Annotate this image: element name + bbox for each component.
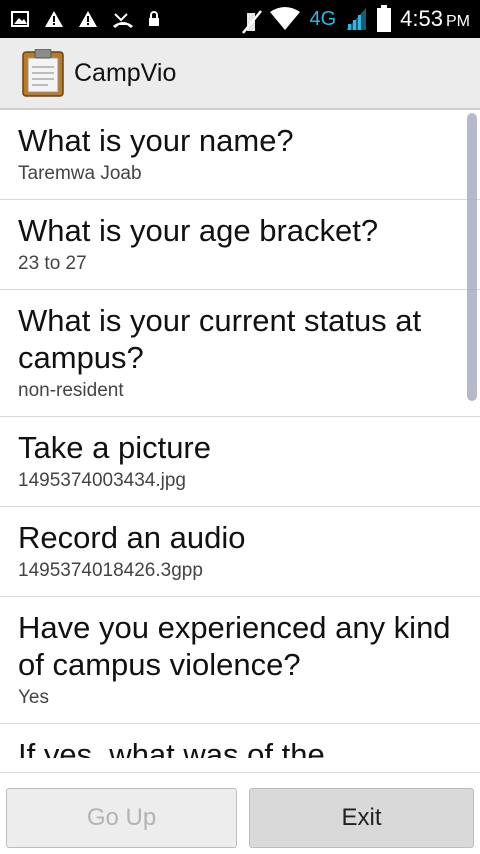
warning-icon [44,9,64,29]
exit-button[interactable]: Exit [249,788,474,848]
list-item[interactable]: What is your name? Taremwa Joab [0,110,480,200]
app-title: CampVio [74,59,177,87]
warning-icon [78,9,98,29]
question-text: What is your current status at campus? [18,303,422,375]
go-up-button[interactable]: Go Up [6,788,237,848]
signal-icon [344,6,368,32]
battery-icon [376,5,392,33]
mute-icon [241,9,263,34]
list-item[interactable]: Take a picture 1495374003434.jpg [0,417,480,507]
list-item[interactable]: Have you experienced any kind of campus … [0,597,480,724]
question-text: What is your age bracket? [18,213,379,248]
list-item[interactable]: What is your current status at campus? n… [0,290,480,417]
action-bar: CampVio [0,38,480,110]
answer-text: Yes [18,687,49,708]
missed-call-icon [112,9,133,29]
answer-text: Taremwa Joab [18,163,142,184]
question-text: Take a picture [18,430,211,465]
lock-icon [146,9,166,29]
answer-text: 1495374018426.3gpp [18,560,203,581]
question-text: Record an audio [18,520,246,555]
answer-text: 1495374003434.jpg [18,470,187,491]
wifi-icon [269,6,301,32]
question-text: Have you experienced any kind of campus … [18,610,451,682]
status-bar: 4G 4:53 PM [0,0,480,38]
clock: 4:53 PM [400,6,470,31]
list-item[interactable]: If yes, what was of the [0,724,480,773]
bottom-bar: Go Up Exit [0,780,480,854]
list-item[interactable]: Record an audio 1495374018426.3gpp [0,507,480,597]
question-text: If yes, what was of the [18,737,325,758]
list-item[interactable]: What is your age bracket? 23 to 27 [0,200,480,290]
clipboard-icon [22,48,64,97]
scrollbar[interactable] [467,113,477,401]
network-type: 4G [309,7,337,30]
question-text: What is your name? [18,123,294,158]
answer-text: non-resident [18,380,124,401]
question-list[interactable]: What is your name? Taremwa Joab What is … [0,110,480,780]
answer-text: 23 to 27 [18,253,87,274]
image-icon [10,9,30,29]
